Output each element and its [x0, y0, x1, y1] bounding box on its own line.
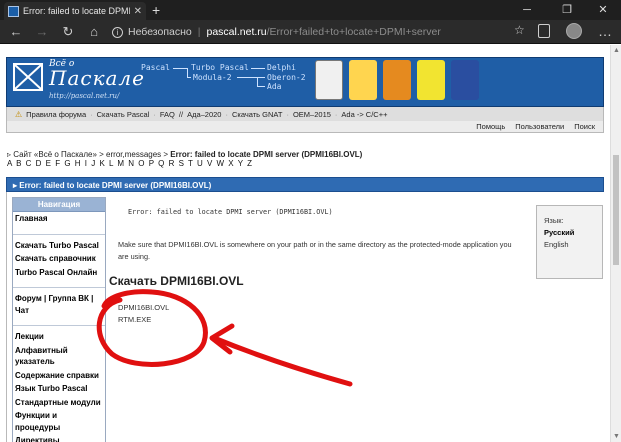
sidebar-item-directives[interactable]: Директивы — [13, 434, 105, 442]
toolbar-oem-link[interactable]: OEM–2015 — [293, 110, 331, 119]
sidebar-item-forum-vk-chat[interactable]: Форум | Группа ВК | Чат — [13, 292, 105, 317]
home-icon[interactable]: ⌂ — [84, 23, 104, 41]
page-scrollbar[interactable]: ▲ ▼ — [610, 45, 621, 442]
web-page: Всё о Паскале http://pascal.net.ru/ Pasc… — [0, 45, 621, 442]
address-bar[interactable]: i Небезопасно | pascal.net.ru /Error+fai… — [112, 23, 532, 41]
close-window-button[interactable]: ✕ — [583, 0, 621, 20]
maximize-button[interactable]: ❐ — [547, 0, 587, 20]
sidebar-item-alpha-index[interactable]: Алфавитный указатель — [13, 344, 105, 369]
download-files: DPMI16BI.OVL RTM.EXE — [118, 302, 169, 326]
banner-icons — [315, 60, 479, 104]
toolbar-ada-c-link[interactable]: Ada -> C/C++ — [341, 110, 387, 119]
help-link[interactable]: Помощь — [476, 122, 505, 131]
breadcrumb: ▹ Сайт «Всё о Паскале» > error,messages … — [7, 150, 362, 159]
browser-nav-bar: ← → ↻ ⌂ i Небезопасно | pascal.net.ru /E… — [0, 20, 621, 44]
scroll-down-icon[interactable]: ▼ — [613, 433, 620, 440]
forum-subbar: Помощь Пользователи Поиск — [6, 121, 604, 133]
breadcrumb-current: Error: failed to locate DPMI server (DPM… — [170, 150, 363, 159]
reading-list-icon[interactable] — [538, 24, 550, 38]
address-divider: | — [197, 26, 201, 38]
logo-main-text[interactable]: Паскале — [49, 66, 145, 90]
error-message: Error: failed to locate DPMI server (DPM… — [128, 208, 333, 216]
page-title: ▸ Error: failed to locate DPMI server (D… — [6, 177, 604, 192]
warning-icon: ⚠ — [15, 109, 23, 119]
fpc-icon[interactable] — [349, 60, 377, 100]
scroll-up-icon[interactable]: ▲ — [613, 47, 620, 54]
browser-tab-bar: Error: failed to locate DPMI serv ✕ + ─ … — [0, 0, 621, 20]
forward-arrow-icon[interactable]: → — [32, 23, 52, 41]
users-link[interactable]: Пользователи — [515, 122, 564, 131]
tree-delphi: Delphi — [267, 63, 296, 72]
toolbar-gnat-link[interactable]: Скачать GNAT — [232, 110, 283, 119]
search-link[interactable]: Поиск — [574, 122, 595, 131]
toolbar-faq-link[interactable]: FAQ — [160, 110, 175, 119]
address-host: pascal.net.ru — [206, 26, 267, 38]
tree-turbo: Turbo Pascal — [191, 63, 249, 72]
security-label: Небезопасно — [128, 26, 192, 38]
download-heading: Скачать DPMI16BI.OVL — [109, 274, 244, 288]
toolbar-ada2020-link[interactable]: Ада–2020 — [187, 110, 221, 119]
book-icon[interactable] — [315, 60, 343, 100]
refresh-icon[interactable]: ↻ — [58, 23, 78, 41]
tree-ada: Ada — [267, 82, 282, 91]
sidebar-item-download-tp[interactable]: Скачать Turbo Pascal — [13, 239, 105, 253]
alphabet-index[interactable]: A B C D E F G H I J K L M N O P Q R S T … — [7, 159, 253, 168]
file-link-dpmi[interactable]: DPMI16BI.OVL — [118, 302, 169, 314]
info-icon[interactable]: i — [112, 26, 123, 38]
sidebar-item-tp-online[interactable]: Turbo Pascal Онлайн — [13, 266, 105, 280]
sidebar-item-language[interactable]: Язык Turbo Pascal — [13, 382, 105, 396]
tab-title: Error: failed to locate DPMI serv — [23, 6, 130, 16]
tree-pascal: Pascal — [141, 63, 170, 72]
minimize-button[interactable]: ─ — [507, 0, 547, 20]
sidebar-item-lectures[interactable]: Лекции — [13, 330, 105, 344]
language-current: Русский — [544, 228, 575, 237]
back-arrow-icon[interactable]: ← — [6, 23, 26, 41]
file-link-rtm[interactable]: RTM.EXE — [118, 314, 169, 326]
sidebar-item-download-ref[interactable]: Скачать справочник — [13, 252, 105, 266]
error-description: Make sure that DPMI16BI.OVL is somewhere… — [118, 240, 512, 261]
profile-avatar[interactable] — [566, 23, 582, 39]
ada-icon[interactable] — [451, 60, 479, 100]
toolbar-download-pascal-link[interactable]: Скачать Pascal — [97, 110, 150, 119]
scroll-thumb[interactable] — [613, 155, 619, 265]
toolbar-rules-link[interactable]: Правила форума — [26, 110, 86, 119]
browser-tab[interactable]: Error: failed to locate DPMI serv ✕ — [4, 2, 146, 20]
sidebar-item-contents[interactable]: Содержание справки — [13, 369, 105, 383]
toolbar-slashes: // — [178, 109, 184, 119]
address-path: /Error+failed+to+locate+DPMI+server — [266, 26, 441, 38]
breadcrumb-path[interactable]: ▹ Сайт «Всё о Паскале» > error,messages … — [7, 150, 170, 159]
close-tab-icon[interactable]: ✕ — [134, 6, 142, 17]
favorite-star-icon[interactable]: ☆ — [514, 23, 525, 37]
favicon-icon — [8, 5, 19, 17]
logo-url: http://pascal.net.ru/ — [49, 92, 120, 100]
forum-toolbar: ⚠ Правила форума · Скачать Pascal · FAQ … — [6, 107, 604, 121]
language-tree: Pascal Turbo Pascal Delphi Modula-2 Ober… — [139, 61, 319, 105]
envelope-logo-icon[interactable] — [13, 63, 43, 91]
more-menu-icon[interactable]: … — [598, 23, 612, 39]
language-label: Язык: — [544, 216, 564, 225]
sidebar-heading: Навигация — [13, 198, 105, 212]
sidebar-navigation: Навигация Главная Скачать Turbo Pascal С… — [12, 197, 106, 442]
helmet-icon[interactable] — [383, 60, 411, 100]
sidebar-item-modules[interactable]: Стандартные модули — [13, 396, 105, 410]
sidebar-item-home[interactable]: Главная — [13, 212, 105, 226]
sidebar-item-functions[interactable]: Функции и процедуры — [13, 409, 105, 434]
tree-modula: Modula-2 — [193, 73, 232, 82]
new-tab-button[interactable]: + — [152, 2, 160, 18]
language-english-link[interactable]: English — [544, 239, 595, 251]
language-panel: Язык: Русский English — [536, 205, 603, 279]
tree-oberon: Oberon-2 — [267, 73, 306, 82]
puzzle-icon[interactable] — [417, 60, 445, 100]
content-area: Навигация Главная Скачать Turbo Pascal С… — [6, 192, 604, 442]
site-banner: Всё о Паскале http://pascal.net.ru/ Pasc… — [6, 57, 604, 107]
